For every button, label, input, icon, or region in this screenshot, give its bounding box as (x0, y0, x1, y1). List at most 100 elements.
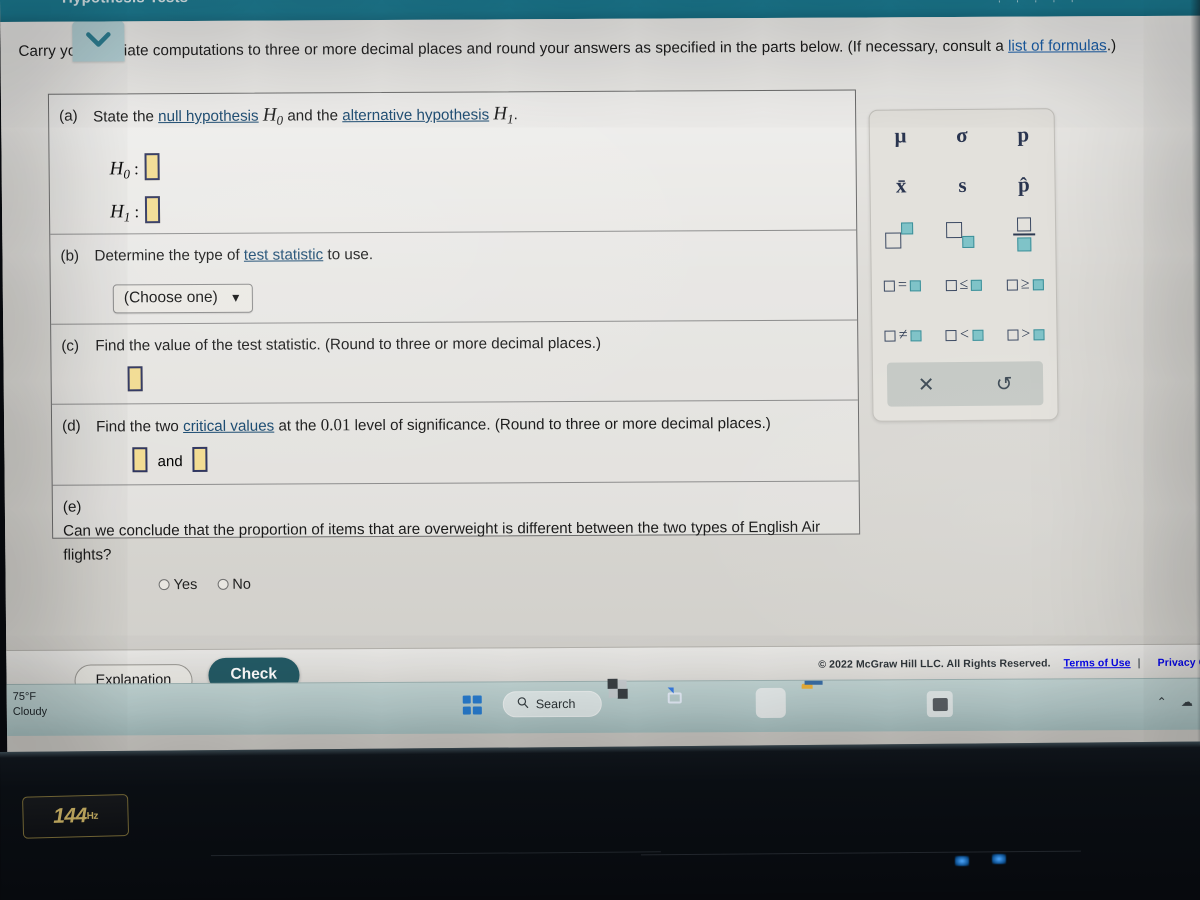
part-a-text-2: and the (283, 107, 343, 125)
part-d-text-3: level of significance. (Round to three o… (350, 414, 771, 435)
search-label: Search (535, 696, 576, 711)
null-hypothesis-link[interactable]: null hypothesis (158, 108, 259, 126)
list-of-formulas-link[interactable]: list of formulas (1008, 37, 1107, 55)
tray-chevron-up-icon[interactable]: ⌃ (1157, 695, 1167, 709)
h1-answer-input[interactable] (145, 196, 161, 224)
windows-start-icon[interactable] (457, 689, 487, 719)
palette-grid: μ σ p x̄ s p̂ = ≤ ≥ ≠ < > (870, 109, 1057, 361)
test-statistic-link[interactable]: test statistic (244, 246, 324, 263)
screen-area: Hypothesis Tests ' ' ' ' ' Carry yoterme… (0, 0, 1200, 770)
palette-s-button[interactable]: s (932, 160, 994, 211)
critical-value-2-input[interactable] (192, 446, 208, 473)
palette-superscript-box-icon[interactable] (871, 210, 933, 261)
part-a-label: (a) (59, 107, 78, 125)
palette-undo-icon[interactable]: ↺ (996, 371, 1013, 396)
palette-phat-button[interactable]: p̂ (993, 159, 1055, 210)
search-icon (517, 696, 529, 711)
refresh-rate-value: 144 (52, 804, 88, 828)
weather-widget[interactable]: 75°F Cloudy (13, 690, 48, 720)
file-explorer-icon[interactable] (801, 680, 831, 718)
palette-xbar-button[interactable]: x̄ (870, 160, 932, 211)
part-d-label: (d) (62, 417, 81, 435)
part-d-text-2: at the (274, 417, 321, 435)
palette-op-lte: ≤ (959, 275, 969, 293)
bezel-seam-right (640, 850, 1081, 856)
part-e-row: (e) Can we conclude that the proportion o… (53, 482, 860, 604)
firefox-icon[interactable] (709, 688, 739, 718)
top-bar-dots: ' ' ' ' ' (998, 0, 1081, 9)
part-b-label: (b) (60, 247, 80, 265)
palette-op-neq: ≠ (898, 326, 908, 344)
part-b-text-1: Determine the type of (94, 246, 244, 265)
refresh-rate-unit: Hz (86, 810, 99, 822)
taskbar-search-box[interactable]: Search (502, 690, 602, 718)
radio-option-no[interactable]: No (217, 577, 251, 593)
h0-answer-line: H0 : (49, 150, 855, 183)
h0-symbol: H (109, 158, 124, 180)
part-e-prompt: (e) Can we conclude that the proportion o… (53, 482, 860, 574)
palette-lt-button[interactable]: < (934, 310, 996, 361)
palette-clear-icon[interactable]: ✕ (918, 372, 935, 397)
part-e-text: Can we conclude that the proportion of i… (63, 518, 821, 564)
question-box: (a) State the null hypothesis H0 and the … (47, 89, 861, 593)
part-a-h0-symbol: H (262, 104, 277, 126)
palette-footer: ✕ ↺ (886, 361, 1044, 407)
part-a-h1-symbol: H (493, 103, 508, 125)
pinned-app-icon[interactable] (926, 691, 953, 718)
part-c-answer-line (52, 361, 858, 404)
critical-value-1-input[interactable] (132, 447, 148, 473)
power-led-1 (955, 856, 969, 866)
chat-icon[interactable] (663, 688, 693, 718)
palette-neq-button[interactable]: ≠ (872, 310, 934, 361)
weather-temperature: 75°F (12, 690, 37, 703)
palette-sigma-button[interactable]: σ (931, 110, 993, 161)
part-c-prompt: (c) Find the value of the test statistic.… (51, 321, 857, 365)
math-symbol-palette: μ σ p x̄ s p̂ = ≤ ≥ ≠ < > ✕ ↺ (868, 108, 1059, 422)
palette-p-button[interactable]: p (992, 109, 1054, 160)
part-a-text-1: State the (93, 108, 159, 126)
worksheet-page: Carry yotermediate computations to three… (0, 15, 1200, 704)
test-statistic-select[interactable]: (Choose one) ▼ (112, 283, 253, 314)
h1-symbol: H (109, 201, 124, 223)
power-led-2 (992, 854, 1006, 864)
part-d-row: (d) Find the two critical values at the 0… (51, 400, 859, 486)
palette-gte-button[interactable]: ≥ (994, 259, 1056, 310)
part-d-answer-line: and (52, 442, 858, 485)
palette-gt-button[interactable]: > (995, 309, 1057, 360)
test-statistic-input[interactable] (127, 366, 143, 392)
h0-answer-input[interactable] (144, 153, 161, 181)
instruction-start: Carry yo (18, 42, 77, 60)
critical-values-link[interactable]: critical values (183, 418, 274, 435)
radio-circle-icon (158, 579, 170, 591)
palette-mu-button[interactable]: μ (870, 110, 932, 161)
instruction-text: Carry yotermediate computations to three… (18, 32, 1193, 65)
palette-op-lt: < (959, 325, 970, 343)
weather-condition: Cloudy (12, 705, 48, 718)
h1-colon: : (134, 202, 140, 222)
widgets-icon[interactable] (607, 678, 647, 719)
part-b-text-2: to use. (323, 246, 374, 264)
palette-fraction-box-icon[interactable] (994, 209, 1056, 260)
part-a-row: (a) State the null hypothesis H0 and the … (48, 90, 857, 235)
chevron-tab[interactable] (72, 21, 125, 62)
palette-op-gt: > (1021, 325, 1031, 343)
taskbar-icon-group: Search (457, 678, 832, 720)
radio-label-yes: Yes (173, 577, 198, 594)
instruction-main: termediate computations to three or more… (76, 37, 1009, 60)
tray-cloud-icon[interactable]: ☁ (1181, 695, 1193, 709)
palette-subscript-box-icon[interactable] (932, 210, 994, 261)
page-title: Hypothesis Tests (62, 0, 188, 7)
palette-equals-button[interactable]: = (872, 260, 934, 311)
part-d-conjunction: and (157, 453, 183, 471)
part-c-text: Find the value of the test statistic. (R… (95, 334, 602, 355)
part-d-text-1: Find the two (96, 418, 184, 436)
part-c-row: (c) Find the value of the test statistic.… (51, 320, 858, 405)
palette-lte-button[interactable]: ≤ (933, 260, 995, 311)
part-c-label: (c) (61, 337, 80, 355)
test-statistic-select-value: (Choose one) (123, 288, 218, 307)
alternative-hypothesis-link[interactable]: alternative hypothesis (342, 106, 489, 124)
edge-icon[interactable] (755, 687, 786, 719)
radio-option-yes[interactable]: Yes (158, 577, 202, 594)
part-d-prompt: (d) Find the two critical values at the 0… (52, 401, 858, 446)
h1-answer-line: H1 : (50, 193, 856, 234)
